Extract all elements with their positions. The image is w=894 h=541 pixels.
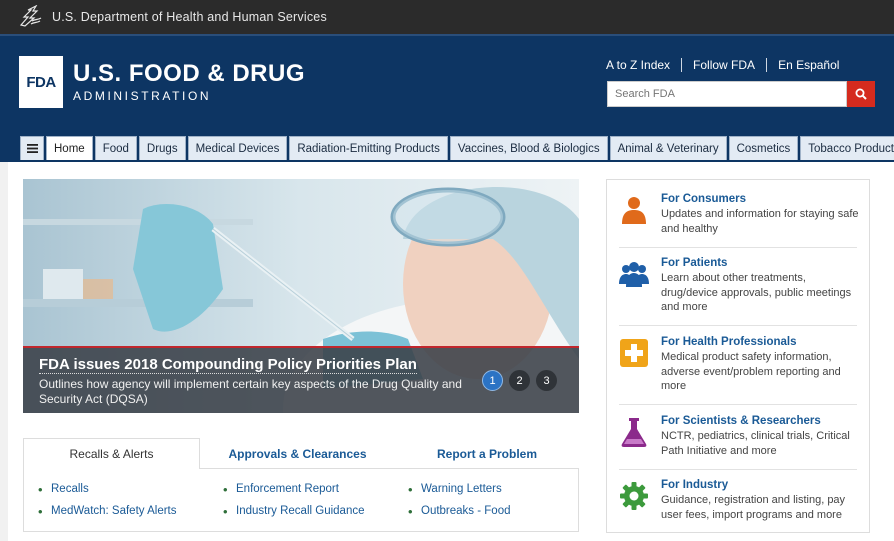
tab-cosmetics[interactable]: Cosmetics	[728, 136, 799, 160]
sidebar-item-desc: NCTR, pediatrics, clinical trials, Criti…	[661, 430, 850, 457]
slide-1-button[interactable]: 1	[482, 370, 503, 391]
tab-animal-veterinary[interactable]: Animal & Veterinary	[609, 136, 727, 160]
carousel-pager: 1 2 3	[482, 370, 563, 391]
sidebar-item-scientists[interactable]: For Scientists & Researchers NCTR, pedia…	[619, 415, 857, 470]
sidebar-item-desc: Medical product safety information, adve…	[661, 351, 841, 392]
sidebar-item-desc: Learn about other treatments, drug/devic…	[661, 272, 852, 313]
en-espanol-link[interactable]: En Español	[778, 58, 839, 72]
tab-recalls-alerts[interactable]: Recalls & Alerts	[23, 438, 200, 469]
search-icon	[855, 88, 867, 100]
sidebar-item-title[interactable]: For Health Professionals	[661, 336, 796, 348]
a-to-z-index-link[interactable]: A to Z Index	[606, 58, 670, 72]
utility-links: A to Z Index Follow FDA En Español	[606, 58, 839, 72]
sidebar-item-title[interactable]: For Patients	[661, 257, 727, 269]
hero-subtitle: Outlines how agency will implement certa…	[39, 377, 462, 406]
link-divider	[766, 58, 768, 72]
nav-menu-button[interactable]	[20, 136, 44, 160]
enforcement-report-link[interactable]: Enforcement Report	[223, 482, 339, 497]
sidebar-item-industry[interactable]: For Industry Guidance, registration and …	[619, 479, 857, 529]
search-bar	[607, 81, 875, 107]
site-subtitle[interactable]: ADMINISTRATION	[73, 89, 211, 103]
hhs-bar: U.S. Department of Health and Human Serv…	[0, 0, 894, 34]
tab-home[interactable]: Home	[46, 136, 93, 160]
tab-approvals-clearances[interactable]: Approvals & Clearances	[204, 438, 391, 469]
hhs-link[interactable]: U.S. Department of Health and Human Serv…	[52, 10, 327, 24]
slide-2-button[interactable]: 2	[509, 370, 530, 391]
hamburger-menu-icon	[26, 144, 38, 153]
site-title[interactable]: U.S. FOOD & DRUG	[73, 60, 305, 88]
flask-icon	[621, 418, 647, 447]
tab-report-a-problem[interactable]: Report a Problem	[395, 438, 579, 469]
industry-recall-guidance-link[interactable]: Industry Recall Guidance	[223, 504, 365, 519]
sidebar-item-title[interactable]: For Scientists & Researchers	[661, 415, 821, 427]
hero-title[interactable]: FDA issues 2018 Compounding Policy Prior…	[39, 356, 417, 374]
sidebar-item-consumers[interactable]: For Consumers Updates and information fo…	[619, 193, 859, 248]
hero-carousel[interactable]: FDA issues 2018 Compounding Policy Prior…	[23, 179, 579, 413]
medwatch-link[interactable]: MedWatch: Safety Alerts	[38, 504, 177, 519]
fda-logo[interactable]: FDA	[19, 56, 63, 108]
sidebar-item-desc: Updates and information for staying safe…	[661, 208, 859, 235]
hero-caption: FDA issues 2018 Compounding Policy Prior…	[23, 346, 579, 413]
gear-icon	[620, 482, 648, 510]
hhs-eagle-icon[interactable]	[18, 5, 44, 29]
tab-vaccines-blood-biologics[interactable]: Vaccines, Blood & Biologics	[449, 136, 608, 160]
sidebar-item-health-professionals[interactable]: For Health Professionals Medical product…	[619, 336, 857, 405]
alerts-panel: Recalls Enforcement Report Warning Lette…	[23, 438, 579, 532]
sidebar-item-patients[interactable]: For Patients Learn about other treatment…	[619, 257, 857, 326]
main-nav: Home Food Drugs Medical Devices Radiatio…	[20, 136, 894, 160]
sidebar-item-desc: Guidance, registration and listing, pay …	[661, 494, 846, 521]
search-button[interactable]	[847, 81, 875, 107]
sidebar-item-title[interactable]: For Industry	[661, 479, 728, 491]
people-group-icon	[619, 262, 649, 287]
warning-letters-link[interactable]: Warning Letters	[408, 482, 502, 497]
tab-food[interactable]: Food	[94, 136, 137, 160]
alerts-panel-body: Recalls Enforcement Report Warning Lette…	[23, 468, 579, 532]
slide-3-button[interactable]: 3	[536, 370, 557, 391]
fda-logo-mark: FDA	[26, 73, 56, 91]
tab-tobacco-products[interactable]: Tobacco Products	[800, 136, 894, 160]
follow-fda-link[interactable]: Follow FDA	[693, 58, 755, 72]
tab-radiation-emitting-products[interactable]: Radiation-Emitting Products	[289, 136, 448, 160]
link-divider	[681, 58, 683, 72]
person-icon	[622, 197, 646, 224]
medical-cross-icon	[620, 339, 648, 367]
sidebar-item-title[interactable]: For Consumers	[661, 193, 746, 205]
outbreaks-food-link[interactable]: Outbreaks - Food	[408, 504, 511, 519]
tab-medical-devices[interactable]: Medical Devices	[187, 136, 288, 160]
recalls-link[interactable]: Recalls	[38, 482, 89, 497]
tab-drugs[interactable]: Drugs	[138, 136, 186, 160]
search-input[interactable]	[607, 81, 847, 107]
audience-sidebar: For Consumers Updates and information fo…	[606, 179, 870, 533]
